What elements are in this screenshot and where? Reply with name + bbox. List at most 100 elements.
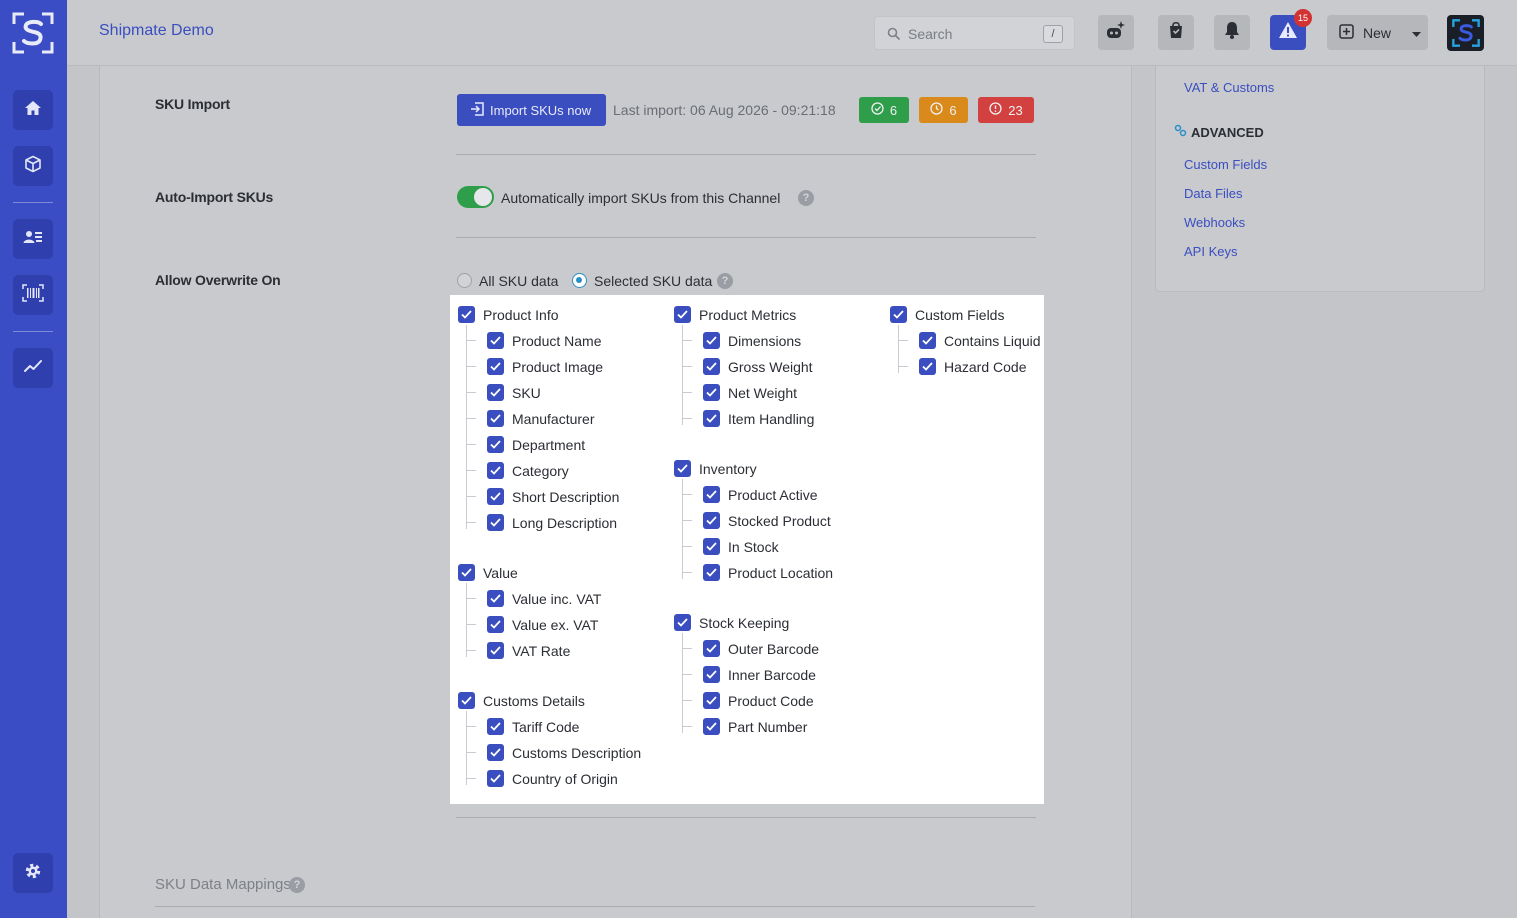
field-checkbox[interactable]: Value inc. VAT [487, 590, 601, 607]
checkbox-checked[interactable] [487, 488, 504, 505]
checkbox-checked[interactable] [703, 410, 720, 427]
new-button[interactable]: New [1327, 15, 1428, 50]
checkbox-checked[interactable] [919, 358, 936, 375]
checkbox-checked[interactable] [703, 358, 720, 375]
shipmate-logo[interactable] [12, 12, 54, 54]
checkbox-checked[interactable] [487, 436, 504, 453]
checkbox-checked[interactable] [458, 564, 475, 581]
radio-selected-sku-data-label[interactable]: Selected SKU data [594, 273, 712, 289]
nav-home[interactable] [13, 90, 53, 130]
checkbox-checked[interactable] [703, 564, 720, 581]
checkbox-checked[interactable] [487, 642, 504, 659]
checkbox-checked[interactable] [674, 460, 691, 477]
field-checkbox[interactable]: Product Image [487, 358, 603, 375]
checkbox-checked[interactable] [703, 640, 720, 657]
group-checkbox-custom-fields[interactable]: Custom Fields [890, 306, 1004, 323]
field-checkbox[interactable]: Gross Weight [703, 358, 813, 375]
checkbox-checked[interactable] [890, 306, 907, 323]
group-checkbox-inventory[interactable]: Inventory [674, 460, 757, 477]
checkbox-checked[interactable] [487, 358, 504, 375]
checkbox-checked[interactable] [487, 384, 504, 401]
nav-analytics[interactable] [13, 348, 53, 388]
assistant-button[interactable] [1098, 15, 1134, 50]
field-checkbox[interactable]: Inner Barcode [703, 666, 816, 683]
checkbox-checked[interactable] [703, 538, 720, 555]
nav-link-custom-fields[interactable]: Custom Fields [1184, 157, 1267, 172]
field-checkbox[interactable]: Manufacturer [487, 410, 594, 427]
field-checkbox[interactable]: Long Description [487, 514, 617, 531]
nav-contacts[interactable] [13, 219, 53, 259]
import-error-badge[interactable]: 23 [978, 97, 1034, 123]
field-checkbox[interactable]: Category [487, 462, 569, 479]
checkbox-checked[interactable] [703, 512, 720, 529]
checkbox-checked[interactable] [458, 692, 475, 709]
group-checkbox-product-info[interactable]: Product Info [458, 306, 559, 323]
help-icon[interactable]: ? [717, 273, 733, 289]
help-icon[interactable]: ? [798, 190, 814, 206]
nav-link-webhooks[interactable]: Webhooks [1184, 215, 1245, 230]
checkbox-checked[interactable] [487, 744, 504, 761]
field-checkbox[interactable]: VAT Rate [487, 642, 570, 659]
alerts-button[interactable]: 15 [1270, 9, 1312, 50]
field-checkbox[interactable]: Product Active [703, 486, 818, 503]
nav-barcodes[interactable] [13, 275, 53, 315]
field-checkbox[interactable]: Product Code [703, 692, 814, 709]
shop-button[interactable] [1158, 15, 1194, 50]
field-checkbox[interactable]: Contains Liquid [919, 332, 1041, 349]
notifications-button[interactable] [1214, 15, 1250, 50]
field-checkbox[interactable]: Country of Origin [487, 770, 618, 787]
group-checkbox-value[interactable]: Value [458, 564, 518, 581]
radio-selected-sku-data[interactable] [572, 273, 587, 288]
checkbox-checked[interactable] [674, 614, 691, 631]
checkbox-checked[interactable] [674, 306, 691, 323]
checkbox-checked[interactable] [703, 718, 720, 735]
help-icon[interactable]: ? [289, 877, 305, 893]
checkbox-checked[interactable] [703, 332, 720, 349]
company-name[interactable]: Shipmate Demo [99, 22, 214, 40]
checkbox-checked[interactable] [703, 486, 720, 503]
group-checkbox-customs-details[interactable]: Customs Details [458, 692, 585, 709]
checkbox-checked[interactable] [703, 692, 720, 709]
checkbox-checked[interactable] [919, 332, 936, 349]
account-avatar[interactable] [1447, 15, 1484, 51]
nav-link-api-keys[interactable]: API Keys [1184, 244, 1237, 259]
nav-link-data-files[interactable]: Data Files [1184, 186, 1243, 201]
checkbox-checked[interactable] [487, 718, 504, 735]
checkbox-checked[interactable] [487, 514, 504, 531]
checkbox-checked[interactable] [703, 666, 720, 683]
import-success-badge[interactable]: 6 [859, 97, 909, 123]
field-checkbox[interactable]: Item Handling [703, 410, 814, 427]
checkbox-checked[interactable] [487, 590, 504, 607]
search-input[interactable]: Search / [874, 16, 1075, 50]
field-checkbox[interactable]: Department [487, 436, 585, 453]
field-checkbox[interactable]: Hazard Code [919, 358, 1027, 375]
field-checkbox[interactable]: Value ex. VAT [487, 616, 598, 633]
checkbox-checked[interactable] [703, 384, 720, 401]
field-checkbox[interactable]: Stocked Product [703, 512, 831, 529]
field-checkbox[interactable]: Tariff Code [487, 718, 579, 735]
import-skus-button[interactable]: Import SKUs now [457, 94, 606, 126]
field-checkbox[interactable]: Part Number [703, 718, 807, 735]
field-checkbox[interactable]: Short Description [487, 488, 619, 505]
field-checkbox[interactable]: Product Location [703, 564, 833, 581]
radio-all-sku-data[interactable] [457, 273, 472, 288]
checkbox-checked[interactable] [487, 770, 504, 787]
field-checkbox[interactable]: Outer Barcode [703, 640, 819, 657]
field-checkbox[interactable]: Customs Description [487, 744, 641, 761]
checkbox-checked[interactable] [487, 332, 504, 349]
nav-settings[interactable] [13, 853, 53, 893]
group-checkbox-product-metrics[interactable]: Product Metrics [674, 306, 796, 323]
field-checkbox[interactable]: Product Name [487, 332, 601, 349]
field-checkbox[interactable]: Dimensions [703, 332, 801, 349]
checkbox-checked[interactable] [487, 462, 504, 479]
import-pending-badge[interactable]: 6 [919, 97, 968, 123]
checkbox-checked[interactable] [487, 616, 504, 633]
radio-all-sku-data-label[interactable]: All SKU data [479, 273, 558, 289]
nav-shipments[interactable] [13, 146, 53, 186]
field-checkbox[interactable]: SKU [487, 384, 541, 401]
auto-import-toggle[interactable] [457, 186, 494, 208]
nav-link-vat-customs[interactable]: VAT & Customs [1184, 80, 1274, 95]
checkbox-checked[interactable] [487, 410, 504, 427]
field-checkbox[interactable]: In Stock [703, 538, 779, 555]
checkbox-checked[interactable] [458, 306, 475, 323]
